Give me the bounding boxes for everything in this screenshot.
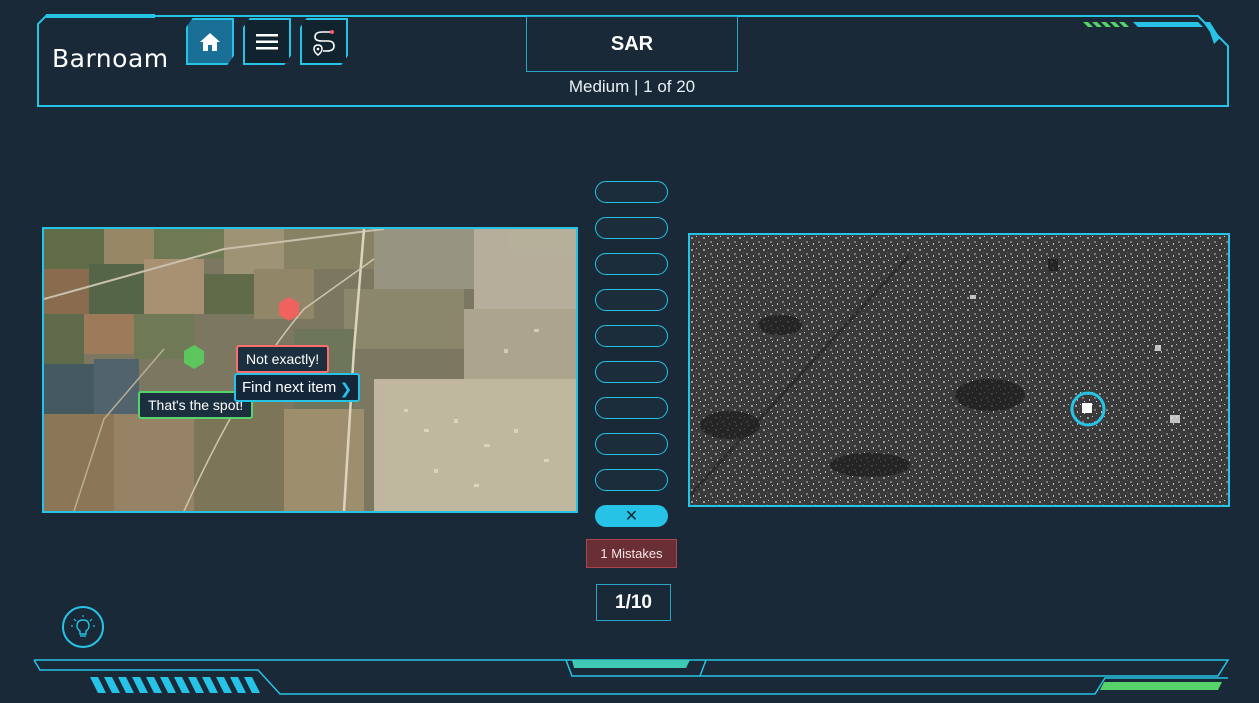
not-exactly-tooltip: Not exactly! <box>236 345 330 373</box>
progress-slot <box>595 217 668 239</box>
route-pin-icon <box>313 29 335 56</box>
route-button[interactable] <box>300 18 348 65</box>
mistakes-badge: 1 Mistakes <box>586 539 677 568</box>
wrong-mark-icon: ✕ <box>624 508 639 525</box>
sar-map[interactable] <box>688 233 1230 507</box>
chevron-right-icon: ❯ <box>339 381 353 398</box>
hamburger-icon <box>256 33 278 49</box>
progress-slot: ✕ <box>595 505 668 527</box>
sar-image <box>690 235 1228 505</box>
progress-slot <box>595 181 668 203</box>
progress-slot <box>595 397 668 419</box>
mission-title: SAR <box>526 16 738 72</box>
level-subtitle: Medium | 1 of 20 <box>568 77 696 96</box>
hint-button[interactable] <box>62 606 104 648</box>
find-next-item-button[interactable]: Find next item ❯ <box>234 373 361 402</box>
menu-button[interactable] <box>243 18 291 65</box>
progress-slot <box>595 289 668 311</box>
find-next-label: Find next item <box>242 379 337 396</box>
home-button[interactable] <box>186 18 234 65</box>
satellite-map[interactable]: Not exactly! That's the spot! Find next … <box>42 227 578 513</box>
progress-slot <box>595 325 668 347</box>
progress-slot <box>595 361 668 383</box>
lightbulb-icon <box>71 615 95 637</box>
progress-slot <box>595 433 668 455</box>
item-counter: 1/10 <box>596 584 671 621</box>
home-icon <box>200 32 220 51</box>
app-logo: Barnoam <box>52 44 169 73</box>
progress-slot <box>595 469 668 491</box>
progress-slot <box>595 253 668 275</box>
